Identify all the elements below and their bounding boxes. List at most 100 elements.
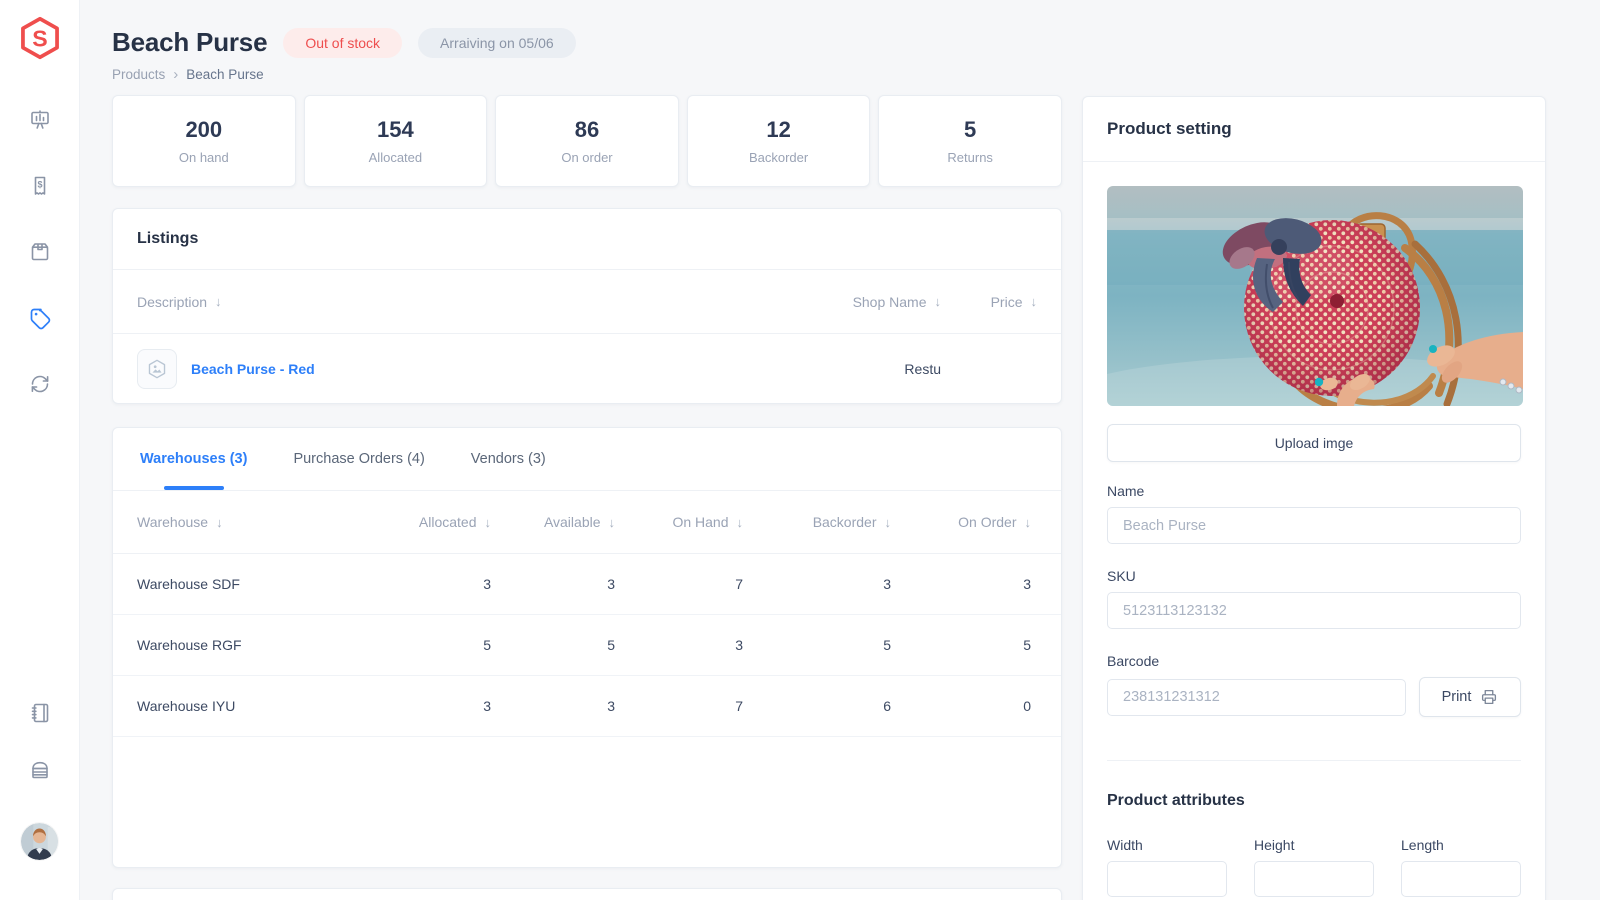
width-field[interactable] [1107,861,1227,897]
next-panel-edge [112,888,1062,900]
stat-label: Returns [947,150,993,165]
stats-row: 200 On hand 154 Allocated 86 On order 12… [112,95,1062,187]
tag-icon[interactable] [28,306,52,330]
inventory-panel: Warehouses (3) Purchase Orders (4) Vendo… [112,427,1062,868]
cell-allocated: 3 [483,576,491,592]
name-field[interactable] [1107,507,1521,544]
storefront-icon[interactable] [28,758,52,782]
height-field[interactable] [1254,861,1374,897]
active-tab-indicator [163,486,224,490]
user-avatar[interactable] [21,823,58,860]
stat-label: Backorder [748,150,809,165]
stat-label: On order [561,150,613,165]
svg-text:$: $ [37,180,42,190]
listing-row[interactable]: Beach Purse - Red Restu [113,334,1061,403]
warehouse-name: Warehouse SDF [137,576,240,592]
stat-value: 154 [377,117,414,142]
cell-allocated: 3 [483,698,491,714]
product-setting-title: Product setting [1107,119,1232,138]
package-icon[interactable] [28,240,52,264]
sidebar-nav-bottom [28,701,52,782]
warehouse-table-header: Warehouse ↓ Allocated ↓ Available ↓ On H… [113,491,1061,554]
column-on-order[interactable]: On Order ↓ [891,514,1031,530]
warehouse-row[interactable]: Warehouse SDF 3 3 7 3 3 [113,554,1061,615]
page-header: Beach Purse Out of stock Arraiving on 05… [112,27,1062,82]
column-warehouse[interactable]: Warehouse ↓ [137,514,373,530]
column-backorder[interactable]: Backorder ↓ [743,514,891,530]
chevron-right-icon: › [173,66,179,83]
column-on-hand[interactable]: On Hand ↓ [615,514,743,530]
breadcrumb: Products › Beach Purse [112,67,1062,82]
cell-on-hand: 7 [735,698,743,714]
cell-available: 5 [607,637,615,653]
listing-shop-name: Restu [904,361,941,377]
barcode-field[interactable] [1107,678,1406,716]
section-divider [1107,760,1521,761]
column-description[interactable]: Description ↓ [137,294,791,310]
product-setting-panel: Product setting Upload imge Name Beach P… [1082,96,1546,900]
cell-on-order: 5 [1023,637,1031,653]
listing-link[interactable]: Beach Purse - Red [191,361,315,377]
cell-backorder: 3 [883,576,891,592]
stat-label: On hand [178,150,229,165]
page-title: Beach Purse [112,27,268,57]
avatar-image [21,823,58,860]
analytics-board-icon[interactable] [28,108,52,132]
breadcrumb-products[interactable]: Products [112,67,165,82]
printer-icon [1482,689,1497,705]
cell-backorder: 6 [883,698,891,714]
barcode-label: Barcode [1107,653,1160,669]
product-photo [1107,186,1523,406]
upload-image-button[interactable]: Upload imge [1107,424,1521,462]
app-window: S $ Beach Purse Out of stock Arraiving o… [0,0,1600,900]
svg-text:S: S [32,25,47,51]
sku-label: SKU [1107,568,1136,584]
sync-icon[interactable] [28,372,52,396]
hexagon-s-logo[interactable]: S [17,15,63,61]
warehouse-row[interactable]: Warehouse IYU 3 3 7 6 0 [113,676,1061,737]
inventory-tabs: Warehouses (3) Purchase Orders (4) Vendo… [113,428,1061,491]
sort-arrow-icon: ↓ [1030,294,1038,309]
stat-label: Allocated [368,150,423,165]
cell-available: 3 [607,698,615,714]
main-content: Beach Purse Out of stock Arraiving on 05… [112,0,1062,900]
print-button[interactable]: Print [1419,677,1521,717]
sku-field[interactable] [1107,592,1521,629]
tab-purchase-orders[interactable]: Purchase Orders (4) [293,428,424,490]
brand-logo-icon: S [20,16,59,60]
width-label: Width [1107,837,1143,853]
sort-arrow-icon: ↓ [216,514,223,530]
cell-backorder: 5 [883,637,891,653]
stat-card-on-order: 86 On order [495,95,679,187]
column-price[interactable]: Price ↓ [941,294,1037,310]
warehouse-row[interactable]: Warehouse RGF 5 5 3 5 5 [113,615,1061,676]
cell-on-order: 3 [1023,576,1031,592]
cell-allocated: 5 [483,637,491,653]
stat-value: 12 [766,117,791,142]
column-available[interactable]: Available ↓ [491,514,615,530]
sort-arrow-icon: ↓ [215,294,222,309]
cell-on-order: 0 [1023,698,1031,714]
breadcrumb-current: Beach Purse [186,67,264,82]
stat-value: 86 [574,117,600,142]
arrival-badge: Arraiving on 05/06 [418,27,576,58]
tab-vendors[interactable]: Vendors (3) [471,428,546,490]
warehouse-name: Warehouse IYU [137,698,236,714]
stat-card-returns: 5 Returns [878,95,1062,187]
length-field[interactable] [1401,861,1521,897]
sidebar-nav-top: $ [28,108,52,396]
stat-value: 5 [964,117,977,142]
stat-card-allocated: 154 Allocated [303,95,488,187]
cell-on-hand: 7 [735,576,743,592]
stat-value: 200 [185,117,223,142]
listings-panel: Listings Description ↓ Shop Name ↓ Price… [112,208,1062,404]
column-shop-name[interactable]: Shop Name ↓ [791,294,941,310]
stat-card-backorder: 12 Backorder [686,95,871,187]
column-allocated[interactable]: Allocated ↓ [373,514,491,530]
notebook-icon[interactable] [28,701,52,725]
tab-warehouses[interactable]: Warehouses (3) [140,428,247,490]
warehouse-name: Warehouse RGF [137,637,242,653]
height-label: Height [1254,837,1295,853]
listings-title: Listings [137,230,199,247]
invoice-dollar-icon[interactable]: $ [28,174,52,198]
